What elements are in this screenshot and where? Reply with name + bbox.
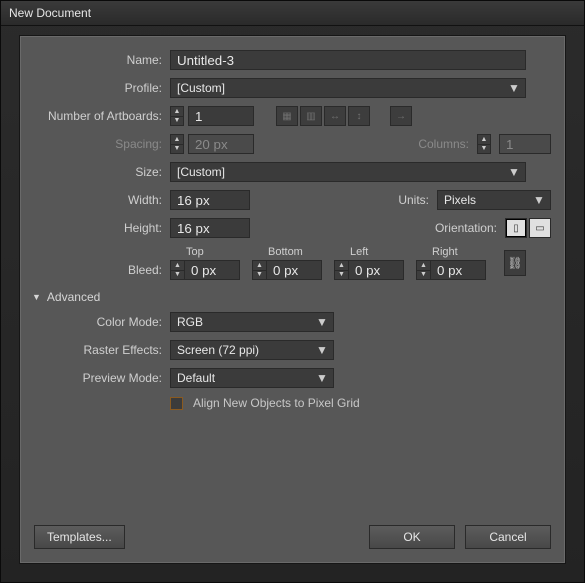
bleed-right-stepper[interactable]: ▲▼ <box>416 260 430 280</box>
width-label: Width: <box>34 193 170 207</box>
orientation-landscape-icon[interactable]: ▭ <box>529 218 551 238</box>
preview-mode-label: Preview Mode: <box>34 371 170 385</box>
artboards-label: Number of Artboards: <box>34 109 170 123</box>
stepper-up-icon[interactable]: ▲ <box>335 261 348 271</box>
align-pixel-grid-label: Align New Objects to Pixel Grid <box>193 396 360 410</box>
name-input[interactable] <box>170 50 526 70</box>
stepper-up-icon[interactable]: ▲ <box>171 261 184 271</box>
height-input[interactable] <box>170 218 250 238</box>
disclosure-triangle-icon: ▼ <box>32 292 41 302</box>
raster-effects-select[interactable]: Screen (72 ppi) ▼ <box>170 340 334 360</box>
bleed-top-input[interactable] <box>184 260 240 280</box>
color-mode-select[interactable]: RGB ▼ <box>170 312 334 332</box>
dialog-panel: Name: Profile: [Custom] ▼ Number of Artb… <box>19 35 566 564</box>
caret-down-icon: ▼ <box>315 315 329 329</box>
bleed-right-label: Right <box>416 246 486 258</box>
caret-down-icon: ▼ <box>532 193 546 207</box>
color-mode-label: Color Mode: <box>34 315 170 329</box>
columns-stepper: ▲ ▼ <box>477 134 491 154</box>
bleed-left-input[interactable] <box>348 260 404 280</box>
arrange-h-icon[interactable]: ↔ <box>324 106 346 126</box>
bleed-bottom-input[interactable] <box>266 260 322 280</box>
spacing-label: Spacing: <box>34 137 170 151</box>
preview-mode-value: Default <box>177 371 215 385</box>
bleed-bottom-label: Bottom <box>252 246 322 258</box>
orientation-label: Orientation: <box>435 221 497 235</box>
bleed-top-label: Top <box>170 246 240 258</box>
stepper-down-icon[interactable]: ▼ <box>171 271 184 280</box>
stepper-down-icon: ▼ <box>171 145 183 154</box>
stepper-down-icon[interactable]: ▼ <box>335 271 348 280</box>
spacing-stepper: ▲ ▼ <box>170 134 184 154</box>
templates-button[interactable]: Templates... <box>34 525 125 549</box>
new-document-window: New Document Name: Profile: [Custom] ▼ <box>0 0 585 583</box>
stepper-down-icon[interactable]: ▼ <box>417 271 430 280</box>
dialog-content: Name: Profile: [Custom] ▼ Number of Artb… <box>34 50 551 507</box>
size-select[interactable]: [Custom] ▼ <box>170 162 526 182</box>
grid-by-col-icon[interactable]: ▥ <box>300 106 322 126</box>
bleed-bottom-stepper[interactable]: ▲▼ <box>252 260 266 280</box>
bleed-left-label: Left <box>334 246 404 258</box>
stepper-up-icon: ▲ <box>171 135 183 145</box>
units-label: Units: <box>398 193 429 207</box>
cancel-button[interactable]: Cancel <box>465 525 551 549</box>
window-title: New Document <box>9 6 91 20</box>
dialog-footer: Templates... OK Cancel <box>34 525 551 549</box>
profile-label: Profile: <box>34 81 170 95</box>
stepper-up-icon[interactable]: ▲ <box>253 261 266 271</box>
artboards-input[interactable] <box>188 106 254 126</box>
units-select[interactable]: Pixels ▼ <box>437 190 551 210</box>
units-value: Pixels <box>444 193 476 207</box>
size-label: Size: <box>34 165 170 179</box>
arrange-arrow-icon[interactable]: → <box>390 106 412 126</box>
advanced-label: Advanced <box>47 290 100 304</box>
caret-down-icon: ▼ <box>507 81 521 95</box>
bleed-link-icon[interactable]: ⛓ <box>504 250 526 276</box>
columns-input <box>499 134 551 154</box>
ok-button[interactable]: OK <box>369 525 455 549</box>
bleed-right-input[interactable] <box>430 260 486 280</box>
arrange-v-icon[interactable]: ↕ <box>348 106 370 126</box>
raster-effects-label: Raster Effects: <box>34 343 170 357</box>
stepper-up-icon: ▲ <box>478 135 490 145</box>
height-label: Height: <box>34 221 170 235</box>
raster-effects-value: Screen (72 ppi) <box>177 343 259 357</box>
align-pixel-grid-checkbox[interactable] <box>170 397 183 410</box>
bleed-top-stepper[interactable]: ▲▼ <box>170 260 184 280</box>
stepper-up-icon[interactable]: ▲ <box>171 107 183 117</box>
orientation-portrait-icon[interactable]: ▯ <box>505 218 527 238</box>
caret-down-icon: ▼ <box>315 343 329 357</box>
advanced-disclosure[interactable]: ▼ Advanced <box>32 290 551 304</box>
bleed-left-stepper[interactable]: ▲▼ <box>334 260 348 280</box>
size-value: [Custom] <box>177 165 225 179</box>
preview-mode-select[interactable]: Default ▼ <box>170 368 334 388</box>
stepper-down-icon[interactable]: ▼ <box>253 271 266 280</box>
profile-select[interactable]: [Custom] ▼ <box>170 78 526 98</box>
stepper-down-icon: ▼ <box>478 145 490 154</box>
spacing-input <box>188 134 254 154</box>
profile-value: [Custom] <box>177 81 225 95</box>
color-mode-value: RGB <box>177 315 203 329</box>
width-input[interactable] <box>170 190 250 210</box>
bleed-label: Bleed: <box>34 263 170 280</box>
artboards-stepper[interactable]: ▲ ▼ <box>170 106 184 126</box>
stepper-down-icon[interactable]: ▼ <box>171 117 183 126</box>
columns-label: Columns: <box>418 137 469 151</box>
stepper-up-icon[interactable]: ▲ <box>417 261 430 271</box>
name-label: Name: <box>34 53 170 67</box>
caret-down-icon: ▼ <box>315 371 329 385</box>
grid-by-row-icon[interactable]: ▦ <box>276 106 298 126</box>
caret-down-icon: ▼ <box>507 165 521 179</box>
window-titlebar[interactable]: New Document <box>1 1 584 26</box>
